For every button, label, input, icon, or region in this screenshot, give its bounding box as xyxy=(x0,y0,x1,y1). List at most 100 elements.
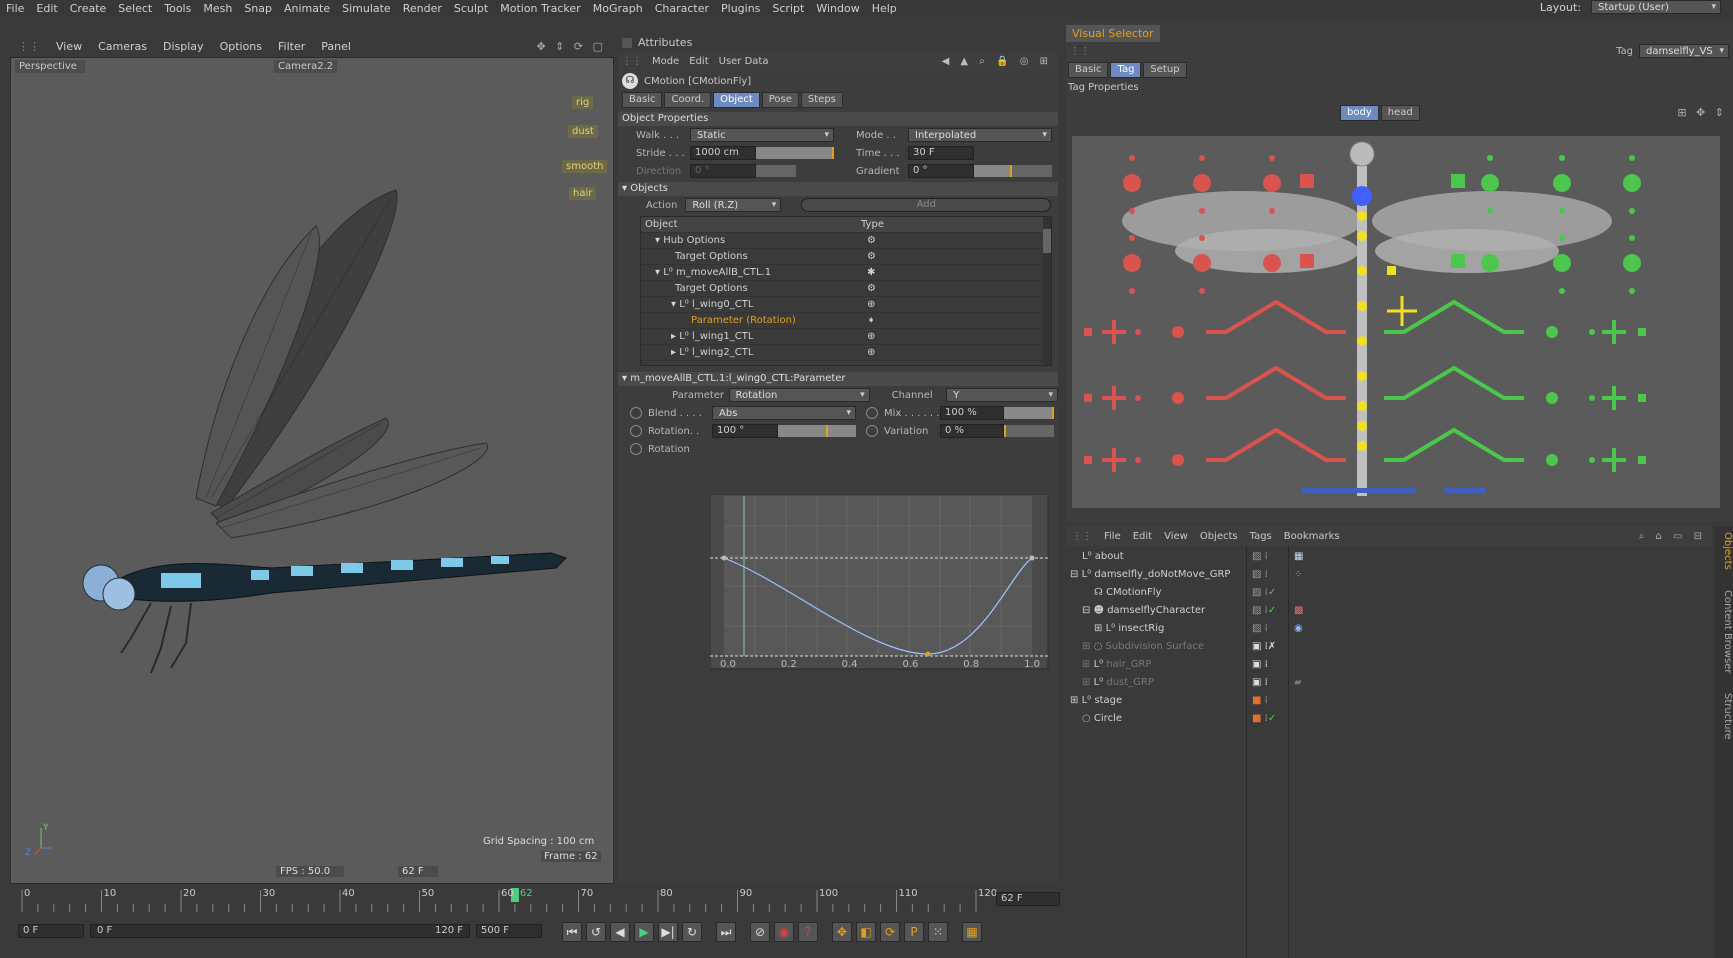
step-back-icon[interactable]: ◀ xyxy=(610,922,630,942)
tree-row[interactable]: ▾ L⁰ l_wing0_CTL ⊕ xyxy=(641,297,1051,313)
start-frame-field[interactable]: 0 F xyxy=(18,924,84,938)
tag-icon[interactable]: ▩ xyxy=(1294,602,1303,620)
visibility-icon[interactable]: ▨ ⁞ xyxy=(1252,620,1268,638)
visibility-icon[interactable]: ▣ ⁞✗ xyxy=(1252,638,1276,656)
gradient-field[interactable]: 0 ° xyxy=(908,164,974,178)
mix-slider[interactable] xyxy=(1004,407,1054,419)
object-row-circle[interactable]: ○ Circle ■ ⁞✓ xyxy=(1066,710,1712,728)
parameter-dropdown[interactable]: Rotation xyxy=(728,388,870,402)
visual-selector-canvas[interactable] xyxy=(1072,136,1720,508)
go-to-end-icon[interactable]: ⏭ xyxy=(716,922,736,942)
blend-radio[interactable] xyxy=(630,407,642,419)
current-frame-field[interactable]: 62 F xyxy=(996,892,1060,906)
visibility-icon[interactable]: ▨ ⁞✓ xyxy=(1252,584,1276,602)
viewport-menu-panel[interactable]: Panel xyxy=(313,40,359,53)
side-tab-structure[interactable]: Structure xyxy=(1714,693,1733,740)
go-to-start-icon[interactable]: ⏮ xyxy=(562,922,582,942)
attr-menu-mode[interactable]: Mode xyxy=(652,56,679,67)
body-button[interactable]: body xyxy=(1340,105,1379,121)
action-dropdown[interactable]: Roll (R.Z) xyxy=(685,198,782,212)
variation-radio[interactable] xyxy=(866,425,878,437)
rotation-curve-radio[interactable] xyxy=(630,443,642,455)
viewport-menu-cameras[interactable]: Cameras xyxy=(90,40,155,53)
vs-tab-basic[interactable]: Basic xyxy=(1068,62,1109,78)
tag-icon[interactable]: ▰ xyxy=(1294,674,1302,692)
object-row-about[interactable]: L⁰ about ▨ ⁞ ▦ xyxy=(1066,548,1712,566)
menu-sculpt[interactable]: Sculpt xyxy=(448,2,494,15)
om-menu-edit[interactable]: Edit xyxy=(1133,531,1152,542)
variation-slider[interactable] xyxy=(1004,425,1054,437)
vs-tab-tag[interactable]: Tag xyxy=(1110,62,1142,78)
menu-select[interactable]: Select xyxy=(112,2,158,15)
visibility-icon[interactable]: ▨ ⁞ xyxy=(1252,566,1268,584)
menu-plugins[interactable]: Plugins xyxy=(715,2,766,15)
viewport-menu-display[interactable]: Display xyxy=(155,40,212,53)
mode-dropdown[interactable]: Interpolated xyxy=(908,128,1052,142)
side-tab-content-browser[interactable]: Content Browser xyxy=(1714,590,1733,673)
end-frame-field[interactable]: 500 F xyxy=(476,924,542,938)
attr-menu-userdata[interactable]: User Data xyxy=(719,56,769,67)
tab-basic[interactable]: Basic xyxy=(622,92,663,108)
object-row-cmotionfly[interactable]: ☊ CMotionFly ▨ ⁞✓ xyxy=(1066,584,1712,602)
rotate-key-icon[interactable]: ⟳ xyxy=(880,922,900,942)
param-key-icon[interactable]: P xyxy=(904,922,924,942)
move-key-icon[interactable]: ✥ xyxy=(832,922,852,942)
menu-file[interactable]: File xyxy=(0,2,30,15)
om-tool-icons[interactable]: ⌕ ⌂ ▭ ⊟ xyxy=(1639,531,1706,542)
mix-field[interactable]: 100 % xyxy=(940,406,1004,420)
menu-help[interactable]: Help xyxy=(866,2,903,15)
visibility-icon[interactable]: ▨ ⁞ xyxy=(1252,548,1268,566)
menu-script[interactable]: Script xyxy=(766,2,810,15)
object-row-hair-grp[interactable]: ⊞ L⁰ hair_GRP ▣ ⁞ xyxy=(1066,656,1712,674)
om-menu-objects[interactable]: Objects xyxy=(1200,531,1238,542)
blend-dropdown[interactable]: Abs xyxy=(712,406,856,420)
tag-icon[interactable]: ▦ xyxy=(1294,548,1303,566)
variation-field[interactable]: 0 % xyxy=(940,424,1004,438)
menu-mograph[interactable]: MoGraph xyxy=(587,2,649,15)
om-menu-tags[interactable]: Tags xyxy=(1250,531,1272,542)
add-button[interactable]: Add xyxy=(801,198,1052,212)
viewport-menu-options[interactable]: Options xyxy=(212,40,270,53)
menu-create[interactable]: Create xyxy=(64,2,113,15)
tag-icon[interactable]: ◉ xyxy=(1294,620,1303,638)
walk-dropdown[interactable]: Static xyxy=(690,128,834,142)
panel-toggle-icon[interactable] xyxy=(622,38,632,48)
om-menu-file[interactable]: File xyxy=(1104,531,1121,542)
om-menu-view[interactable]: View xyxy=(1164,531,1188,542)
dragonfly-model[interactable] xyxy=(11,58,614,884)
tree-row[interactable]: ▸ L⁰ l_wing2_CTL ⊕ xyxy=(641,345,1051,361)
tab-steps[interactable]: Steps xyxy=(800,92,843,108)
tree-row[interactable]: ▾ Hub Options ⚙ xyxy=(641,233,1051,249)
viewport-menu-filter[interactable]: Filter xyxy=(270,40,313,53)
tree-scrollbar[interactable] xyxy=(1043,217,1051,365)
visual-selector-tab[interactable]: Visual Selector xyxy=(1066,25,1160,42)
om-menu-bookmarks[interactable]: Bookmarks xyxy=(1284,531,1340,542)
rotation-radio[interactable] xyxy=(630,425,642,437)
layout-dropdown[interactable]: Startup (User) xyxy=(1591,0,1721,14)
3d-viewport[interactable]: Perspective Camera2.2 rig dust smooth ha… xyxy=(10,57,614,884)
menu-render[interactable]: Render xyxy=(397,2,448,15)
keyframe-icon[interactable]: ⊘ xyxy=(750,922,770,942)
menu-mesh[interactable]: Mesh xyxy=(197,2,238,15)
object-row-subdivision[interactable]: ⊞ ◌ Subdivision Surface ▣ ⁞✗ xyxy=(1066,638,1712,656)
object-row-insectrig[interactable]: ⊞ L⁰ insectRig ▨ ⁞ ◉ xyxy=(1066,620,1712,638)
time-field[interactable]: 30 F xyxy=(908,146,974,160)
rotation-spline-editor[interactable] xyxy=(710,494,1050,674)
tree-row[interactable]: ▸ L⁰ l_wing1_CTL ⊕ xyxy=(641,329,1051,345)
step-forward-icon[interactable]: ▶| xyxy=(658,922,678,942)
tab-coord[interactable]: Coord. xyxy=(664,92,712,108)
scale-key-icon[interactable]: ◧ xyxy=(856,922,876,942)
record-icon[interactable]: ◉ xyxy=(774,922,794,942)
object-row-damselflycharacter[interactable]: ⊟ ☻ damselflyCharacter ▨ ⁞✓ ▩ xyxy=(1066,602,1712,620)
visibility-icon[interactable]: ■ ⁞✓ xyxy=(1252,710,1276,728)
play-icon[interactable]: ▶ xyxy=(634,922,654,942)
channel-dropdown[interactable]: Y xyxy=(946,388,1058,402)
side-tab-objects[interactable]: Objects xyxy=(1714,532,1733,570)
mix-radio[interactable] xyxy=(866,407,878,419)
object-row-stage[interactable]: ⊞ L⁰ stage ■ ⁞ xyxy=(1066,692,1712,710)
viewport-menu-view[interactable]: View xyxy=(48,40,90,53)
stride-slider[interactable] xyxy=(756,147,834,159)
film-icon[interactable]: ▦ xyxy=(962,922,982,942)
object-row-damselfly-grp[interactable]: ⊟ L⁰ damselfly_doNotMove_GRP ▨ ⁞ ⁘ xyxy=(1066,566,1712,584)
viewport-nav-icons[interactable]: ✥ ⇕ ⟳ ▢ xyxy=(528,40,614,53)
